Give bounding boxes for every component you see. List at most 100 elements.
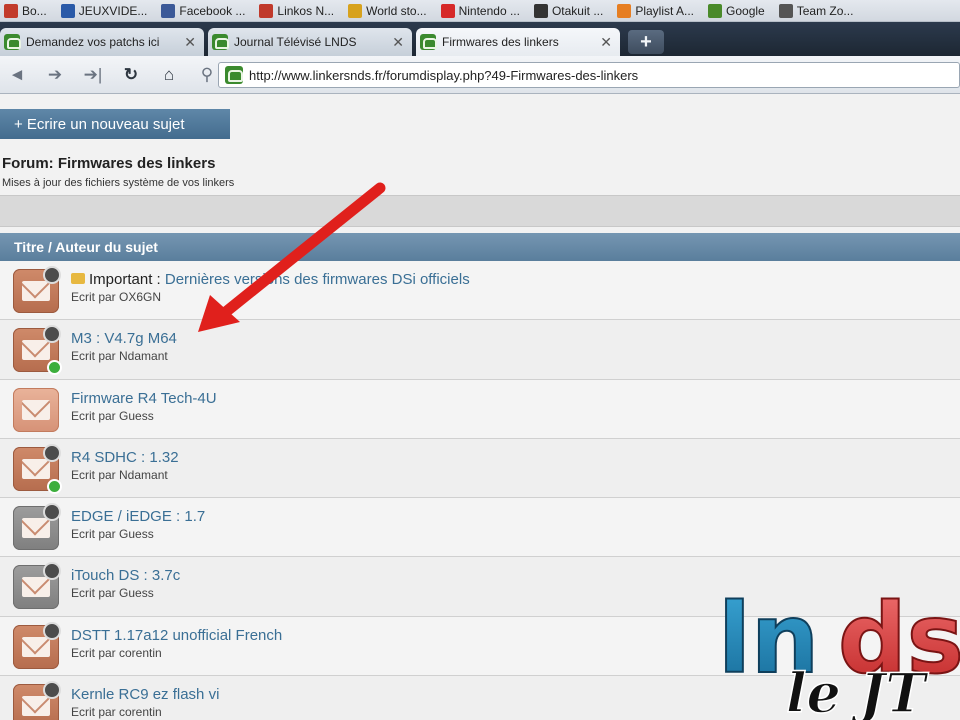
bookmark-label: Team Zo... (796, 3, 854, 18)
thread-row: R4 SDHC : 1.32 Ecrit par Ndamant (0, 438, 960, 499)
bookmark-favicon-icon (161, 3, 176, 18)
tab-patchs[interactable]: Demandez vos patchs ici ✕ (0, 28, 204, 56)
hot-topic-icon (43, 503, 61, 522)
logo-text-le-jt: le JT (786, 661, 929, 720)
bookmark-label: JEUXVIDE... (78, 3, 148, 18)
bookmark-item[interactable]: Linkos N... (255, 3, 344, 18)
bookmark-item[interactable]: World sto... (344, 3, 436, 18)
new-topic-button[interactable]: + Ecrire un nouveau sujet (0, 109, 230, 139)
site-favicon-icon (225, 66, 243, 84)
bookmark-label: Linkos N... (277, 3, 335, 18)
address-bar[interactable]: http://www.linkersnds.fr/forumdisplay.ph… (218, 62, 960, 88)
hot-topic-icon (43, 443, 61, 462)
bookmark-label: World sto... (366, 3, 427, 18)
site-favicon-icon (4, 34, 21, 50)
thread-title-link[interactable]: R4 SDHC : 1.32 (71, 449, 179, 466)
reload-button[interactable]: ↻ (114, 61, 148, 89)
envelope-icon (22, 636, 50, 657)
bookmark-favicon-icon (617, 3, 632, 18)
thread-author: Ecrit par Ndamant (71, 467, 168, 482)
thread-prefix: Important : (89, 271, 161, 288)
tab-label: Demandez vos patchs ici (26, 35, 160, 49)
thread-title-line: DSTT 1.17a12 unofficial French (71, 627, 282, 644)
navigation-toolbar: ◄ ➔ ➔| ↻ ⌂ ⚲ http://www.linkersnds.fr/fo… (0, 56, 960, 94)
thread-title-link[interactable]: Kernle RC9 ez flash vi (71, 686, 219, 703)
thread-author: Ecrit par corentin (71, 645, 162, 660)
back-button[interactable]: ◄ (0, 61, 34, 89)
envelope-icon (22, 340, 50, 361)
bookmark-favicon-icon (348, 3, 363, 18)
thread-text: DSTT 1.17a12 unofficial French Ecrit par … (71, 627, 282, 660)
lnds-le-jt-logo: ln ds le JT (717, 582, 960, 720)
bookmark-favicon-icon (4, 3, 18, 18)
tab-journal[interactable]: Journal Télévisé LNDS ✕ (208, 28, 412, 56)
close-icon[interactable]: ✕ (184, 34, 196, 51)
bookmarks-bar: Bo... JEUXVIDE... Facebook ... Linkos N... W… (0, 0, 960, 22)
envelope-icon (22, 281, 50, 301)
thread-title-line: M3 : V4.7g M64 (71, 330, 177, 347)
envelope-icon (22, 399, 50, 420)
bookmark-favicon-icon (440, 3, 455, 18)
thread-author: Ecrit par OX6GN (71, 290, 162, 304)
envelope-icon (22, 577, 50, 598)
thread-status-icon (13, 681, 61, 720)
new-tab-button[interactable]: + (628, 30, 664, 54)
thread-author: Ecrit par Guess (71, 527, 154, 542)
tab-strip: Demandez vos patchs ici ✕ Journal Télévi… (0, 22, 960, 56)
thread-row: EDGE / iEDGE : 1.7 Ecrit par Guess (0, 498, 960, 558)
bookmark-favicon-icon (708, 3, 723, 18)
forward-end-button[interactable]: ➔| (76, 61, 110, 89)
bookmark-item[interactable]: Google (704, 3, 775, 18)
thread-status-icon (13, 562, 61, 610)
bookmark-item[interactable]: Playlist A... (613, 3, 704, 18)
sticky-folder-icon (71, 273, 85, 284)
forward-button[interactable]: ➔ (38, 61, 72, 89)
thread-text: iTouch DS : 3.7c Ecrit par Guess (71, 567, 180, 600)
bookmark-label: Nintendo ... (458, 3, 520, 18)
url-text[interactable]: http://www.linkersnds.fr/forumdisplay.ph… (249, 68, 638, 83)
thread-text: Firmware R4 Tech-4U Ecrit par Guess (71, 390, 217, 423)
site-favicon-icon (212, 34, 229, 50)
thread-title-link[interactable]: Firmware R4 Tech-4U (71, 390, 217, 407)
thread-author: Ecrit par Guess (71, 586, 154, 601)
thread-status-icon (13, 266, 61, 313)
bookmark-item[interactable]: Bo... (0, 3, 57, 18)
thread-title-link[interactable]: M3 : V4.7g M64 (71, 330, 177, 347)
hot-topic-icon (43, 325, 61, 344)
thread-text: M3 : V4.7g M64 Ecrit par Ndamant (71, 330, 177, 363)
thread-title-line: Firmware R4 Tech-4U (71, 390, 217, 407)
home-button[interactable]: ⌂ (152, 61, 186, 89)
bookmark-item[interactable]: Otakuit ... (530, 3, 613, 18)
new-post-icon (47, 478, 62, 494)
forum-toolbar (0, 195, 960, 227)
thread-status-icon (13, 387, 59, 432)
thread-status-icon (13, 325, 62, 376)
thread-row: Important : Dernières versions des firmw… (0, 261, 960, 321)
bookmark-item[interactable]: Team Zo... (775, 3, 864, 18)
thread-status-icon (13, 621, 61, 669)
thread-title-link[interactable]: Dernières versions des firmwares DSi off… (165, 271, 470, 288)
table-header: Titre / Auteur du sujet (0, 233, 960, 261)
envelope-icon (22, 696, 50, 717)
thread-title-line: iTouch DS : 3.7c (71, 567, 180, 584)
thread-author: Ecrit par Ndamant (71, 349, 168, 364)
tab-label: Journal Télévisé LNDS (234, 35, 357, 49)
bookmark-item[interactable]: Nintendo ... (437, 3, 530, 18)
tab-firmwares[interactable]: Firmwares des linkers ✕ (416, 28, 620, 56)
hot-topic-icon (43, 621, 61, 640)
hot-topic-icon (43, 266, 61, 284)
thread-title-link[interactable]: iTouch DS : 3.7c (71, 567, 180, 584)
bookmark-item[interactable]: Facebook ... (157, 3, 255, 18)
thread-title-link[interactable]: EDGE / iEDGE : 1.7 (71, 508, 205, 525)
thread-author: Ecrit par Guess (71, 408, 154, 423)
bookmark-label: Otakuit ... (551, 3, 604, 18)
thread-status-icon (13, 443, 62, 494)
thread-status-icon (13, 503, 61, 551)
thread-title-line: EDGE / iEDGE : 1.7 (71, 508, 205, 525)
bookmark-label: Facebook ... (179, 3, 246, 18)
close-icon[interactable]: ✕ (392, 34, 404, 51)
thread-title-line: Important : Dernières versions des firmw… (71, 271, 470, 288)
close-icon[interactable]: ✕ (600, 34, 612, 51)
bookmark-item[interactable]: JEUXVIDE... (57, 3, 158, 18)
thread-title-link[interactable]: DSTT 1.17a12 unofficial French (71, 627, 282, 644)
